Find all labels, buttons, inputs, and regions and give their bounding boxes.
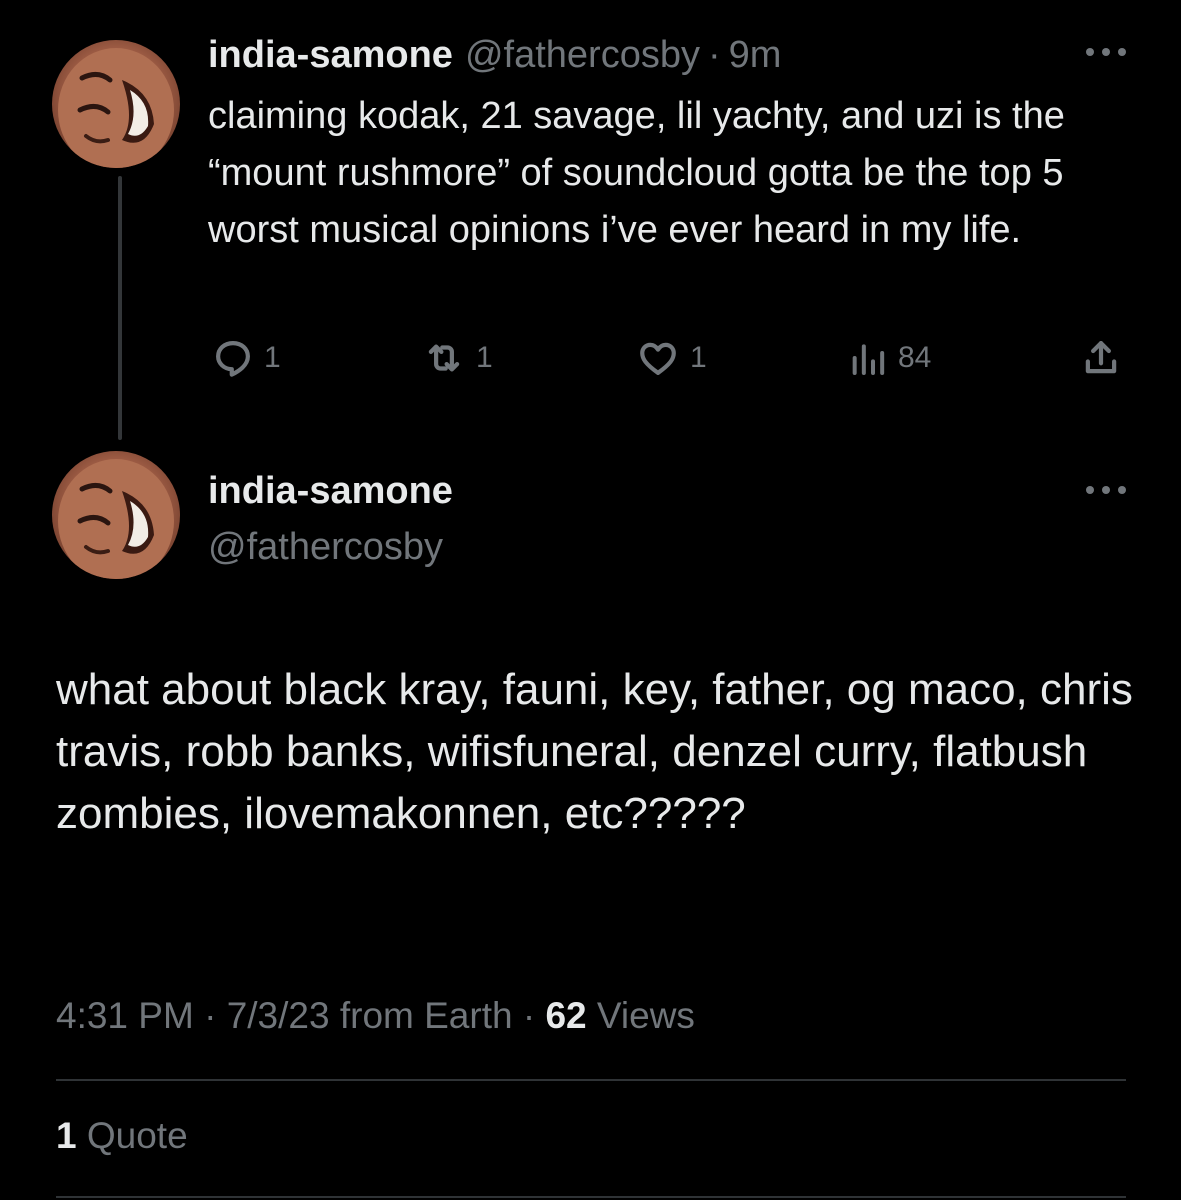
tweet-time[interactable]: 4:31 PM [56,995,194,1036]
more-icon[interactable] [1086,42,1126,62]
display-name[interactable]: india-samone [208,30,453,80]
separator: · [522,995,536,1036]
timestamp[interactable]: 9m [729,30,782,80]
quote-count: 1 [56,1115,77,1156]
views-label: Views [596,995,695,1036]
share-icon [1085,341,1117,374]
separator: · [204,995,217,1036]
separator: · [707,34,721,76]
parent-tweet-header: india-samone @fathercosby · 9m [208,30,781,80]
like-button[interactable]: 1 [636,330,707,386]
like-count: 1 [690,341,707,374]
reply-button[interactable]: 1 [212,330,281,386]
retweet-icon [428,344,460,372]
tweet-text: claiming kodak, 21 savage, lil yachty, a… [208,95,1065,251]
like-icon [640,342,676,375]
view-count: 84 [898,341,932,374]
reply-count: 1 [264,341,281,374]
action-bar: 1 1 1 84 [208,330,1128,386]
views-count: 62 [545,995,587,1036]
divider [56,1196,1126,1198]
retweet-button[interactable]: 1 [422,330,493,386]
tweet-date-source[interactable]: 7/3/23 from Earth [227,995,513,1036]
divider [56,1079,1126,1081]
avatar[interactable] [52,451,180,579]
tweet-text: what about black kray, fauni, key, fathe… [56,665,1133,838]
views-button[interactable]: 84 [848,330,931,386]
retweet-count: 1 [476,341,493,374]
quote-label: Quote [86,1115,188,1156]
avatar[interactable] [52,40,180,168]
tweet-metadata: 4:31 PM · 7/3/23 from Earth · 62 Views [56,995,695,1037]
display-name[interactable]: india-samone [208,466,453,516]
quotes-link[interactable]: 1 Quote [56,1115,188,1157]
thread-line [118,176,122,440]
handle[interactable]: @fathercosby [208,522,443,572]
handle[interactable]: @fathercosby [465,30,700,80]
share-button[interactable] [1080,330,1122,386]
more-icon[interactable] [1086,480,1126,500]
reply-icon [216,341,250,377]
views-icon [852,344,885,375]
